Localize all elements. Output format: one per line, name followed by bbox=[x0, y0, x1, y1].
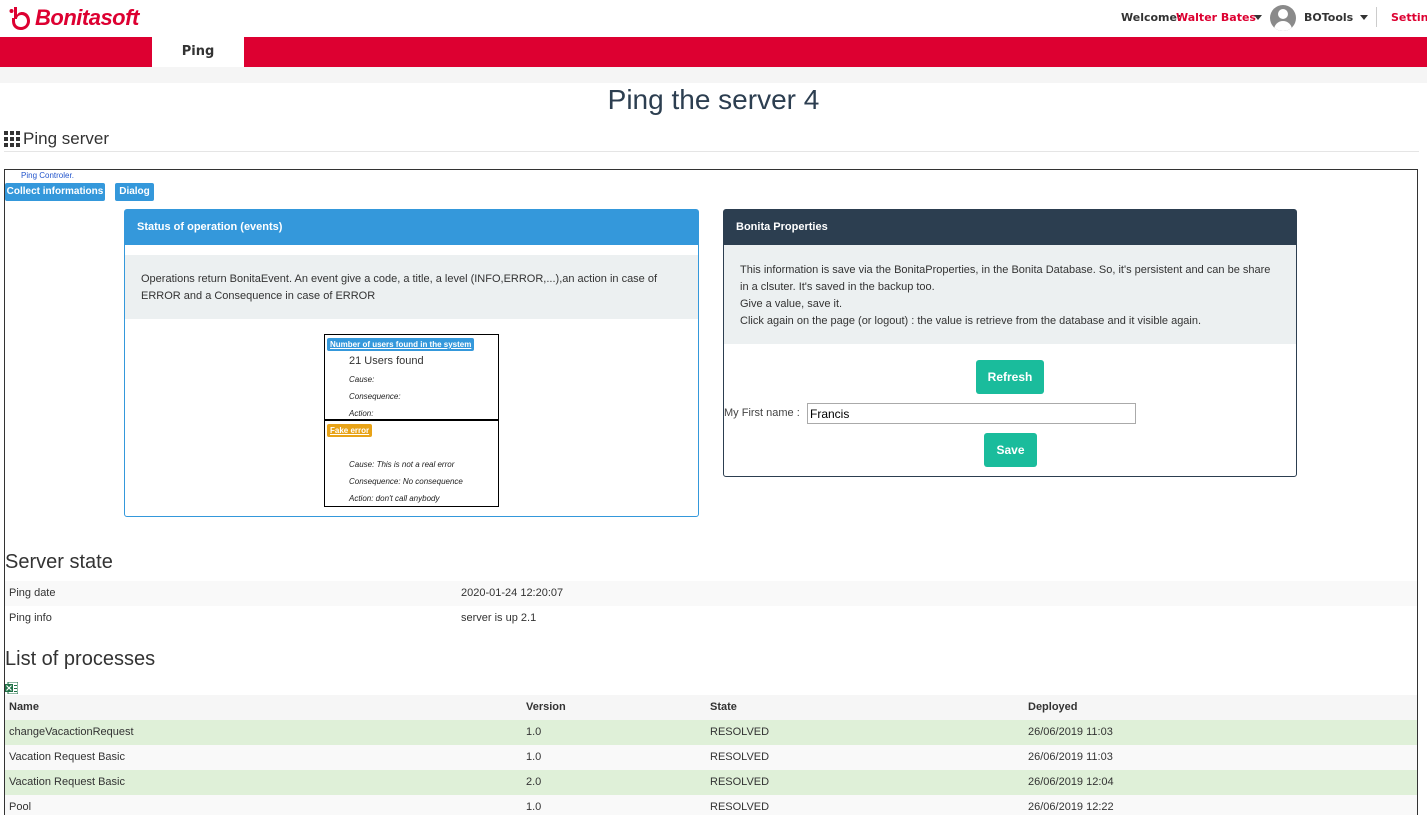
event-action: Action: don't call anybody bbox=[349, 494, 440, 503]
settings-link[interactable]: Settings bbox=[1391, 11, 1427, 24]
app-menu-chevron-down-icon[interactable] bbox=[1360, 15, 1368, 20]
first-name-field[interactable] bbox=[807, 403, 1136, 424]
event-item: Fake error Cause: This is not a real err… bbox=[325, 421, 498, 506]
table-header-row: Name Version State Deployed bbox=[5, 695, 1417, 720]
table-row[interactable]: Vacation Request Basic 2.0 RESOLVED 26/0… bbox=[5, 770, 1417, 795]
bonita-properties-panel: Bonita Properties This information is sa… bbox=[723, 209, 1297, 477]
top-header: Bonitasoft Welcome: Walter Bates BOTools… bbox=[0, 0, 1427, 37]
process-version: 1.0 bbox=[526, 726, 542, 738]
dialog-button[interactable]: Dialog bbox=[115, 183, 154, 201]
column-header-state[interactable]: State bbox=[710, 701, 737, 713]
section-title: Ping server bbox=[23, 129, 109, 148]
server-state-row: Ping date 2020-01-24 12:20:07 bbox=[5, 581, 1417, 606]
process-version: 2.0 bbox=[526, 776, 542, 788]
nav-bar: Ping bbox=[0, 37, 1427, 67]
server-state-row: Ping info server is up 2.1 bbox=[5, 606, 1417, 631]
page-title: Ping the server 4 bbox=[607, 84, 820, 115]
process-deployed: 26/06/2019 11:03 bbox=[1028, 726, 1113, 738]
column-header-name[interactable]: Name bbox=[9, 701, 39, 713]
state-value: server is up 2.1 bbox=[461, 612, 537, 624]
brand-name: Bonitasoft bbox=[35, 5, 139, 30]
process-version: 1.0 bbox=[526, 751, 542, 763]
process-state: RESOLVED bbox=[710, 776, 770, 788]
table-row[interactable]: Vacation Request Basic 1.0 RESOLVED 26/0… bbox=[5, 745, 1417, 770]
tab-ping[interactable]: Ping bbox=[152, 37, 244, 67]
welcome-label: Welcome: bbox=[1121, 11, 1182, 24]
controller-label: Ping Controler. bbox=[21, 171, 74, 180]
properties-panel-description: This information is save via the BonitaP… bbox=[724, 245, 1296, 344]
event-title-badge[interactable]: Number of users found in the system bbox=[327, 338, 475, 351]
header-divider bbox=[1376, 7, 1377, 27]
event-action: Action: bbox=[349, 409, 374, 418]
process-state: RESOLVED bbox=[710, 751, 770, 763]
process-name: Vacation Request Basic bbox=[9, 751, 125, 763]
process-deployed: 26/06/2019 12:22 bbox=[1028, 801, 1114, 813]
process-state: RESOLVED bbox=[710, 801, 770, 813]
process-deployed: 26/06/2019 11:03 bbox=[1028, 751, 1113, 763]
state-value: 2020-01-24 12:20:07 bbox=[461, 587, 564, 599]
event-title-badge[interactable]: Fake error bbox=[327, 424, 373, 437]
collect-informations-button[interactable]: Collect informations bbox=[5, 183, 105, 201]
description-line: Give a value, save it. bbox=[740, 298, 843, 310]
excel-export-icon[interactable] bbox=[5, 682, 18, 694]
section-heading: Ping server bbox=[4, 129, 109, 149]
save-button[interactable]: Save bbox=[984, 433, 1037, 467]
grid-icon bbox=[4, 131, 20, 147]
process-name: changeVacactionRequest bbox=[9, 726, 134, 738]
processes-table: Name Version State Deployed changeVacact… bbox=[5, 695, 1417, 815]
table-row[interactable]: changeVacactionRequest 1.0 RESOLVED 26/0… bbox=[5, 720, 1417, 745]
properties-panel-title: Bonita Properties bbox=[724, 210, 1296, 245]
process-name: Vacation Request Basic bbox=[9, 776, 125, 788]
status-panel-description: Operations return BonitaEvent. An event … bbox=[125, 255, 698, 319]
event-cause: Cause: This is not a real error bbox=[349, 460, 455, 469]
table-row[interactable]: Pool 1.0 RESOLVED 26/06/2019 12:22 bbox=[5, 795, 1417, 815]
processes-heading: List of processes bbox=[5, 648, 156, 670]
event-message: 21 Users found bbox=[349, 355, 424, 367]
app-selector[interactable]: BOTools bbox=[1304, 11, 1353, 24]
bonitasoft-logo[interactable]: Bonitasoft bbox=[8, 5, 139, 31]
process-deployed: 26/06/2019 12:04 bbox=[1028, 776, 1114, 788]
user-name-link[interactable]: Walter Bates bbox=[1176, 11, 1256, 24]
event-item: Number of users found in the system 21 U… bbox=[325, 335, 498, 421]
process-state: RESOLVED bbox=[710, 726, 770, 738]
process-name: Pool bbox=[9, 801, 32, 813]
column-header-version[interactable]: Version bbox=[526, 701, 566, 713]
first-name-label: My First name : bbox=[724, 407, 800, 419]
process-version: 1.0 bbox=[526, 801, 542, 813]
divider bbox=[4, 151, 1419, 152]
column-header-deployed[interactable]: Deployed bbox=[1028, 701, 1078, 713]
event-list: Number of users found in the system 21 U… bbox=[324, 334, 499, 507]
avatar[interactable] bbox=[1270, 5, 1296, 31]
state-key: Ping date bbox=[9, 587, 56, 599]
status-panel: Status of operation (events) Operations … bbox=[124, 209, 699, 517]
state-key: Ping info bbox=[9, 612, 52, 624]
description-line: This information is save via the BonitaP… bbox=[740, 264, 1271, 293]
event-consequence: Consequence: bbox=[349, 392, 401, 401]
subheader-strip bbox=[0, 67, 1427, 83]
description-line: Click again on the page (or logout) : th… bbox=[740, 315, 1202, 327]
server-state-heading: Server state bbox=[5, 551, 113, 573]
user-menu-chevron-down-icon[interactable] bbox=[1254, 15, 1262, 20]
bonita-logo-icon bbox=[9, 7, 30, 30]
status-panel-title: Status of operation (events) bbox=[125, 210, 698, 245]
event-cause: Cause: bbox=[349, 375, 375, 384]
refresh-button[interactable]: Refresh bbox=[976, 360, 1044, 394]
event-consequence: Consequence: No consequence bbox=[349, 477, 463, 486]
